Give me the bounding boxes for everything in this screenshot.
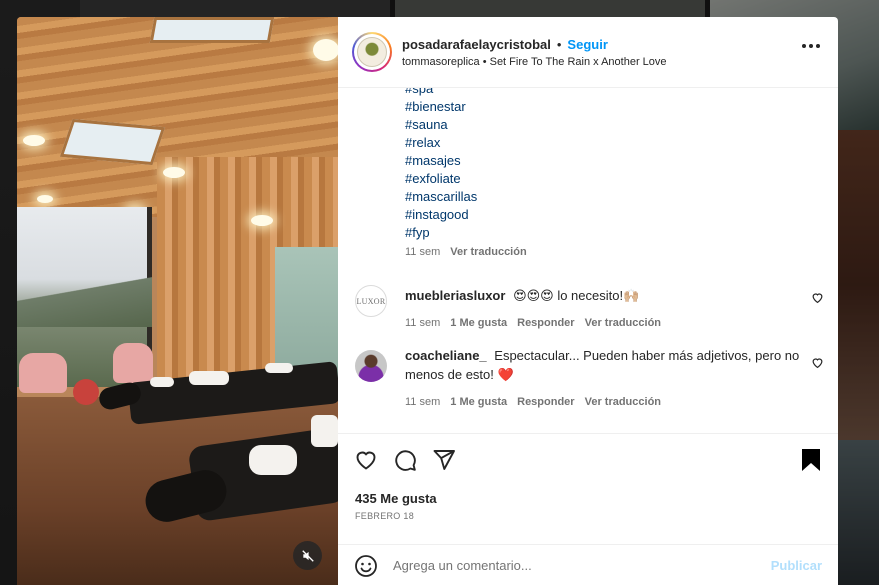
- comment-username[interactable]: muebleriasluxor: [405, 288, 505, 303]
- post-modal: posadarafaelaycristobal • Seguir tommaso…: [17, 17, 838, 585]
- reply-button[interactable]: Responder: [517, 314, 574, 333]
- comment-composer: Publicar: [338, 544, 838, 585]
- comment-bubble-icon[interactable]: [393, 448, 417, 472]
- comment-like-heart-icon[interactable]: [811, 356, 824, 369]
- hashtag-link[interactable]: #exfoliate: [405, 170, 477, 188]
- likes-count[interactable]: 435 Me gusta: [355, 491, 437, 506]
- comment-time[interactable]: 11 sem: [405, 393, 440, 412]
- author-username[interactable]: posadarafaelaycristobal: [402, 37, 551, 52]
- comment-text: 😍😍😍 lo necesito!🙌🏼: [513, 288, 640, 303]
- comment-like-heart-icon[interactable]: [811, 291, 824, 304]
- translate-link[interactable]: Ver traducción: [585, 393, 661, 412]
- hashtag-link[interactable]: #sauna: [405, 116, 477, 134]
- smiley-icon[interactable]: [354, 554, 378, 578]
- hashtag-link[interactable]: #masajes: [405, 152, 477, 170]
- caption-meta: 11 sem Ver traducción: [405, 246, 527, 258]
- heart-outline-icon[interactable]: [354, 448, 378, 472]
- comments-scroll-area[interactable]: #spa #bienestar #sauna #relax #masajes #…: [338, 88, 838, 433]
- author-avatar[interactable]: [352, 32, 392, 72]
- publish-button[interactable]: Publicar: [771, 558, 822, 573]
- caption-time[interactable]: 11 sem: [405, 246, 440, 258]
- more-options-button[interactable]: [802, 44, 820, 48]
- post-actions: 435 Me gusta FEBRERO 18 Publicar: [338, 433, 838, 585]
- comment-time[interactable]: 11 sem: [405, 314, 440, 333]
- comment-likes[interactable]: 1 Me gusta: [450, 314, 507, 333]
- header-separator: •: [556, 36, 562, 52]
- mute-button[interactable]: [293, 541, 322, 570]
- hashtag-link[interactable]: #mascarillas: [405, 188, 477, 206]
- caption-translate-link[interactable]: Ver traducción: [450, 246, 526, 258]
- post-side-panel: posadarafaelaycristobal • Seguir tommaso…: [338, 17, 838, 585]
- post-date: FEBRERO 18: [355, 511, 415, 521]
- caption-hashtags: #spa #bienestar #sauna #relax #masajes #…: [405, 88, 477, 242]
- post-header: posadarafaelaycristobal • Seguir tommaso…: [338, 17, 838, 88]
- hashtag-link[interactable]: #fyp: [405, 224, 477, 242]
- follow-button[interactable]: Seguir: [567, 37, 607, 52]
- comment-input[interactable]: [393, 558, 743, 573]
- commenter-avatar[interactable]: [355, 350, 387, 382]
- speaker-muted-icon: [301, 549, 314, 562]
- hashtag-link[interactable]: #instagood: [405, 206, 477, 224]
- commenter-avatar[interactable]: LUXOR: [355, 285, 387, 317]
- post-media[interactable]: [17, 17, 338, 585]
- audio-attribution[interactable]: tommasoreplica • Set Fire To The Rain x …: [402, 56, 667, 68]
- comment-likes[interactable]: 1 Me gusta: [450, 393, 507, 412]
- send-paper-plane-icon[interactable]: [432, 448, 456, 472]
- hashtag-link[interactable]: #spa: [405, 88, 477, 98]
- posada-logo-icon: [357, 37, 387, 67]
- translate-link[interactable]: Ver traducción: [585, 314, 661, 333]
- reply-button[interactable]: Responder: [517, 393, 574, 412]
- hashtag-link[interactable]: #relax: [405, 134, 477, 152]
- bookmark-filled-icon[interactable]: [800, 448, 822, 472]
- hashtag-link[interactable]: #bienestar: [405, 98, 477, 116]
- more-horizontal-icon: [802, 44, 806, 48]
- comment-username[interactable]: coacheliane_: [405, 348, 487, 363]
